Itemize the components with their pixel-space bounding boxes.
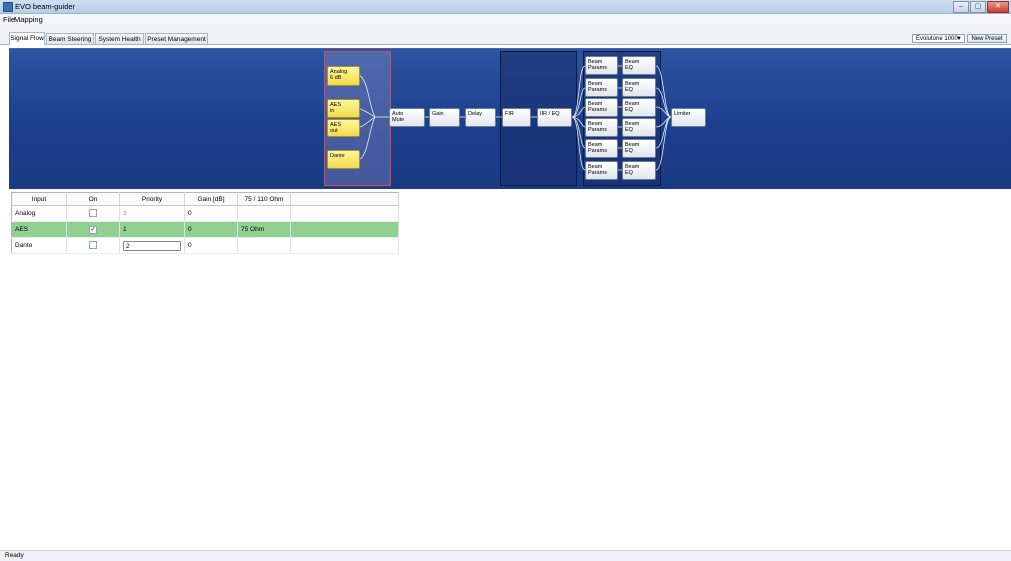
on-checkbox[interactable] <box>89 240 97 249</box>
node-aes-in[interactable]: AES in <box>327 99 360 118</box>
node-beam-eq-5[interactable]: Beam EQ <box>622 139 656 158</box>
on-checkbox[interactable] <box>89 208 97 217</box>
node-beam-params-6[interactable]: Beam Params <box>585 161 618 180</box>
cell-ohm[interactable] <box>237 205 291 222</box>
priority-input[interactable]: 2 <box>123 240 181 251</box>
node-beam-eq-4[interactable]: Beam EQ <box>622 118 656 137</box>
column-header-ohm[interactable]: 75 / 110 Ohm <box>237 192 291 206</box>
node-dante[interactable]: Dante <box>327 150 360 169</box>
node-iir-eq[interactable]: IIR / EQ <box>537 108 572 127</box>
tab-beam-steering[interactable]: Beam Steering <box>46 33 94 44</box>
maximize-button[interactable]: ▢ <box>970 1 986 13</box>
node-gain[interactable]: Gain <box>429 108 460 127</box>
node-beam-eq-1[interactable]: Beam EQ <box>622 56 656 75</box>
input-table: Input On Priority Gain [dB] 75 / 110 Ohm… <box>11 192 399 254</box>
column-header-filler <box>290 192 399 206</box>
preset-dropdown[interactable]: Evolutone 1000 ▼ <box>912 34 965 43</box>
status-bar: Ready <box>0 550 1011 561</box>
cell-ohm[interactable]: 75 Ohm <box>237 221 291 238</box>
node-beam-params-4[interactable]: Beam Params <box>585 118 618 137</box>
on-checkbox[interactable]: ✓ <box>89 225 97 234</box>
node-aes-out[interactable]: AES out <box>327 119 360 137</box>
app-icon <box>3 2 13 12</box>
node-beam-eq-6[interactable]: Beam EQ <box>622 161 656 180</box>
minimize-button[interactable]: – <box>953 1 969 13</box>
node-beam-params-1[interactable]: Beam Params <box>585 56 618 75</box>
cell-input: Dante <box>11 237 67 254</box>
node-beam-eq-3[interactable]: Beam EQ <box>622 98 656 117</box>
title-bar: EVO beam-guider – ▢ ✕ <box>0 0 1011 14</box>
node-limiter[interactable]: Limiter <box>671 108 706 127</box>
cell-input: AES <box>11 221 67 238</box>
cell-ohm[interactable] <box>237 237 291 254</box>
tab-bar: Signal Flow Beam Steering System Health … <box>0 24 1011 45</box>
node-beam-eq-2[interactable]: Beam EQ <box>622 78 656 97</box>
node-beam-params-3[interactable]: Beam Params <box>585 98 618 117</box>
tab-system-health[interactable]: System Health <box>95 33 144 44</box>
table-header-row: Input On Priority Gain [dB] 75 / 110 Ohm <box>11 192 399 206</box>
window-controls: – ▢ ✕ <box>952 1 1009 13</box>
node-beam-params-5[interactable]: Beam Params <box>585 139 618 158</box>
cell-priority[interactable]: 3 <box>119 205 185 222</box>
column-header-on[interactable]: On <box>66 192 120 206</box>
column-header-input[interactable]: Input <box>11 192 67 206</box>
table-row[interactable]: Dante 2 0 <box>11 237 399 254</box>
cell-gain[interactable]: 0 <box>184 221 238 238</box>
node-auto-mute[interactable]: Auto Mute <box>389 108 425 127</box>
tab-preset-management[interactable]: Preset Management <box>145 33 208 44</box>
status-text: Ready <box>5 552 24 559</box>
table-row[interactable]: Analog 3 0 <box>11 205 399 222</box>
close-button[interactable]: ✕ <box>987 1 1009 13</box>
chevron-down-icon: ▼ <box>956 36 962 42</box>
menu-mapping[interactable]: Mapping <box>14 15 43 24</box>
column-header-priority[interactable]: Priority <box>119 192 185 206</box>
window-title: EVO beam-guider <box>15 2 76 11</box>
cell-priority[interactable]: 1 <box>119 221 185 238</box>
cell-gain[interactable]: 0 <box>184 237 238 254</box>
cell-gain[interactable]: 0 <box>184 205 238 222</box>
node-analog[interactable]: Analog 6 dB <box>327 66 360 86</box>
node-beam-params-2[interactable]: Beam Params <box>585 78 618 97</box>
preset-dropdown-value: Evolutone 1000 <box>916 36 958 42</box>
tab-signal-flow[interactable]: Signal Flow <box>9 32 45 45</box>
table-row-selected[interactable]: AES ✓ 1 0 75 Ohm <box>11 221 399 238</box>
cell-input: Analog <box>11 205 67 222</box>
node-fir[interactable]: FIR <box>502 108 531 127</box>
node-delay[interactable]: Delay <box>465 108 496 127</box>
new-preset-button[interactable]: New Preset <box>967 34 1007 43</box>
menu-bar: File Mapping <box>0 14 1011 24</box>
column-header-gain[interactable]: Gain [dB] <box>184 192 238 206</box>
